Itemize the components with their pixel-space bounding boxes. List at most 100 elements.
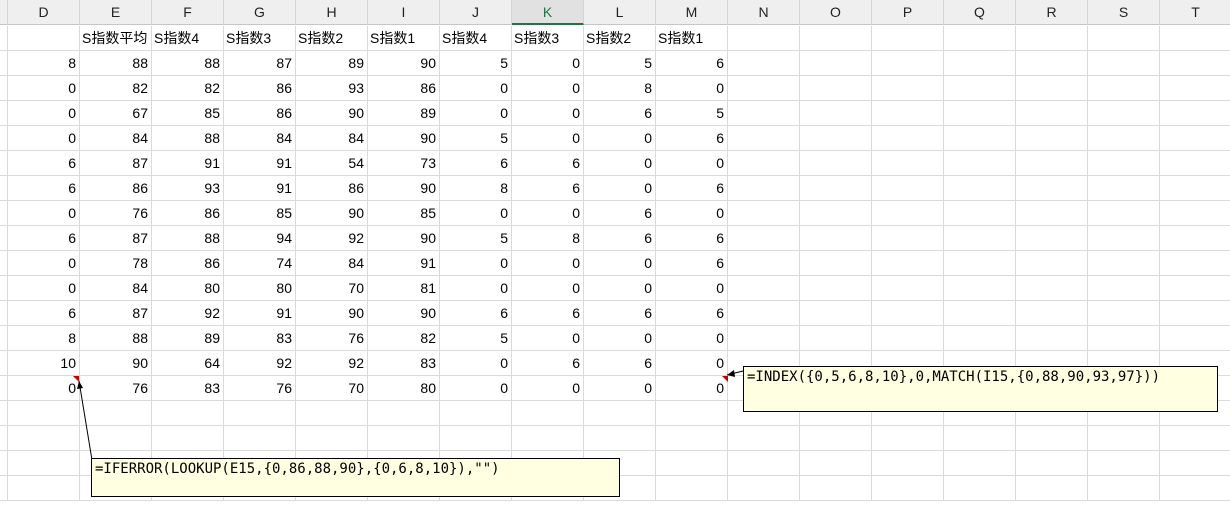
- cell-f13[interactable]: 92: [152, 301, 224, 326]
- cell-g9[interactable]: 85: [224, 201, 296, 226]
- cell-q7[interactable]: [944, 151, 1016, 176]
- cell-e5[interactable]: 67: [80, 101, 152, 126]
- cell-m17[interactable]: [656, 401, 728, 426]
- cell-d18[interactable]: [8, 426, 80, 451]
- cell-e3[interactable]: 88: [80, 51, 152, 76]
- cell-s18[interactable]: [1088, 426, 1160, 451]
- cell-n10[interactable]: [728, 226, 800, 251]
- cell-d16[interactable]: 0: [8, 376, 80, 401]
- cell-e4[interactable]: 82: [80, 76, 152, 101]
- cell-i6[interactable]: 90: [368, 126, 440, 151]
- cell-e16[interactable]: 76: [80, 376, 152, 401]
- cell-n20[interactable]: [728, 476, 800, 501]
- cell-d15[interactable]: 10: [8, 351, 80, 376]
- cell-t5[interactable]: [1160, 101, 1230, 126]
- cell-o7[interactable]: [800, 151, 872, 176]
- cell-g14[interactable]: 83: [224, 326, 296, 351]
- cell-q11[interactable]: [944, 251, 1016, 276]
- cell-s11[interactable]: [1088, 251, 1160, 276]
- cell-r3[interactable]: [1016, 51, 1088, 76]
- cell-j3[interactable]: 5: [440, 51, 512, 76]
- cell-f10[interactable]: 88: [152, 226, 224, 251]
- cell-m19[interactable]: [656, 451, 728, 476]
- cell-f18[interactable]: [152, 426, 224, 451]
- cell-g7[interactable]: 91: [224, 151, 296, 176]
- cell-e12[interactable]: 84: [80, 276, 152, 301]
- cell-d19[interactable]: [8, 451, 80, 476]
- cell-s13[interactable]: [1088, 301, 1160, 326]
- cell-g4[interactable]: 86: [224, 76, 296, 101]
- cell-p4[interactable]: [872, 76, 944, 101]
- cell-j17[interactable]: [440, 401, 512, 426]
- cell-s3[interactable]: [1088, 51, 1160, 76]
- grid-cell[interactable]: [0, 176, 8, 201]
- cell-d20[interactable]: [8, 476, 80, 501]
- cell-t10[interactable]: [1160, 226, 1230, 251]
- comment-d15[interactable]: =IFERROR(LOOKUP(E15,{0,86,88,90},{0,6,8,…: [91, 458, 620, 497]
- cell-d14[interactable]: 8: [8, 326, 80, 351]
- cell-l16[interactable]: 0: [584, 376, 656, 401]
- cell-t6[interactable]: [1160, 126, 1230, 151]
- cell-s2[interactable]: [1088, 26, 1160, 51]
- cell-l5[interactable]: 6: [584, 101, 656, 126]
- cell-g18[interactable]: [224, 426, 296, 451]
- cell-o8[interactable]: [800, 176, 872, 201]
- grid-cell[interactable]: [0, 276, 8, 301]
- cell-s10[interactable]: [1088, 226, 1160, 251]
- cell-q20[interactable]: [944, 476, 1016, 501]
- cell-i13[interactable]: 90: [368, 301, 440, 326]
- cell-i18[interactable]: [368, 426, 440, 451]
- grid-cell[interactable]: [0, 426, 8, 451]
- cell-h8[interactable]: 86: [296, 176, 368, 201]
- cell-q5[interactable]: [944, 101, 1016, 126]
- cell-k13[interactable]: 6: [512, 301, 584, 326]
- cell-o10[interactable]: [800, 226, 872, 251]
- cell-s9[interactable]: [1088, 201, 1160, 226]
- cell-t14[interactable]: [1160, 326, 1230, 351]
- cell-r6[interactable]: [1016, 126, 1088, 151]
- cell-t18[interactable]: [1160, 426, 1230, 451]
- cell-p13[interactable]: [872, 301, 944, 326]
- grid-cell[interactable]: [0, 301, 8, 326]
- cell-m14[interactable]: 0: [656, 326, 728, 351]
- cell-i12[interactable]: 81: [368, 276, 440, 301]
- cell-o11[interactable]: [800, 251, 872, 276]
- cell-j12[interactable]: 0: [440, 276, 512, 301]
- cell-j2[interactable]: S指数4: [440, 26, 512, 51]
- cell-p18[interactable]: [872, 426, 944, 451]
- cell-g10[interactable]: 94: [224, 226, 296, 251]
- cell-n19[interactable]: [728, 451, 800, 476]
- grid-cell[interactable]: [0, 201, 8, 226]
- column-header-d[interactable]: D: [8, 0, 80, 25]
- cell-e10[interactable]: 87: [80, 226, 152, 251]
- cell-i4[interactable]: 86: [368, 76, 440, 101]
- cell-d6[interactable]: 0: [8, 126, 80, 151]
- cell-p12[interactable]: [872, 276, 944, 301]
- cell-m10[interactable]: 6: [656, 226, 728, 251]
- cell-m7[interactable]: 0: [656, 151, 728, 176]
- cell-i15[interactable]: 83: [368, 351, 440, 376]
- cell-j5[interactable]: 0: [440, 101, 512, 126]
- column-header-r[interactable]: R: [1016, 0, 1088, 25]
- cell-p14[interactable]: [872, 326, 944, 351]
- column-header-e[interactable]: E: [80, 0, 152, 25]
- cell-p7[interactable]: [872, 151, 944, 176]
- cell-h9[interactable]: 90: [296, 201, 368, 226]
- cell-f6[interactable]: 88: [152, 126, 224, 151]
- cell-r18[interactable]: [1016, 426, 1088, 451]
- cell-h7[interactable]: 54: [296, 151, 368, 176]
- cell-i17[interactable]: [368, 401, 440, 426]
- cell-t8[interactable]: [1160, 176, 1230, 201]
- cell-n9[interactable]: [728, 201, 800, 226]
- cell-e6[interactable]: 84: [80, 126, 152, 151]
- cell-d17[interactable]: [8, 401, 80, 426]
- cell-s12[interactable]: [1088, 276, 1160, 301]
- cell-l10[interactable]: 6: [584, 226, 656, 251]
- column-header-h[interactable]: H: [296, 0, 368, 25]
- cell-q18[interactable]: [944, 426, 1016, 451]
- cell-p3[interactable]: [872, 51, 944, 76]
- cell-d11[interactable]: 0: [8, 251, 80, 276]
- cell-g16[interactable]: 76: [224, 376, 296, 401]
- cell-p5[interactable]: [872, 101, 944, 126]
- cell-m13[interactable]: 6: [656, 301, 728, 326]
